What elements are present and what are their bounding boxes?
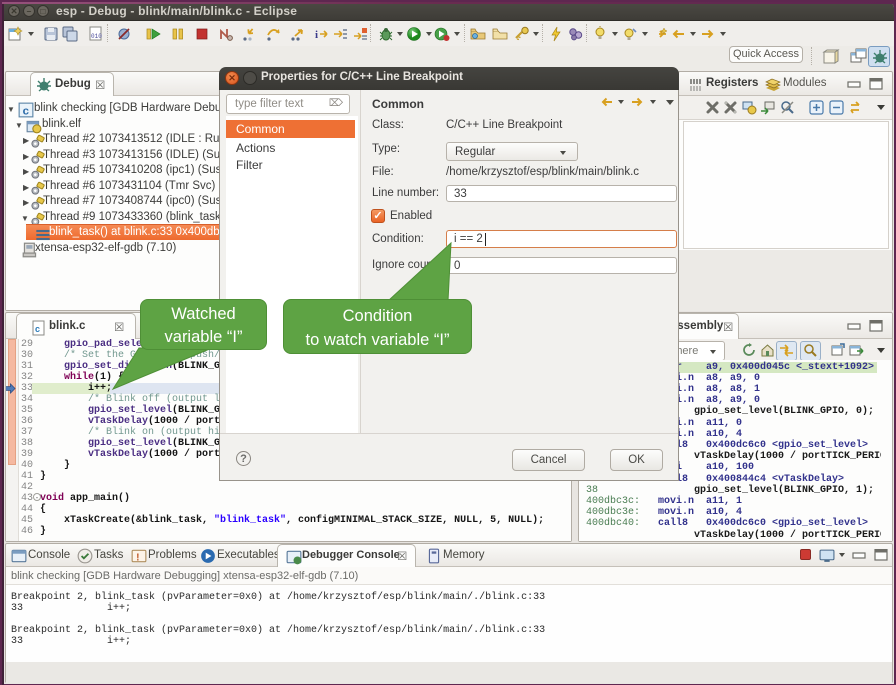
- svg-text:!: !: [136, 553, 139, 564]
- svg-text:i: i: [315, 29, 318, 41]
- svg-text:010: 010: [91, 33, 102, 40]
- svg-text:c: c: [35, 324, 40, 334]
